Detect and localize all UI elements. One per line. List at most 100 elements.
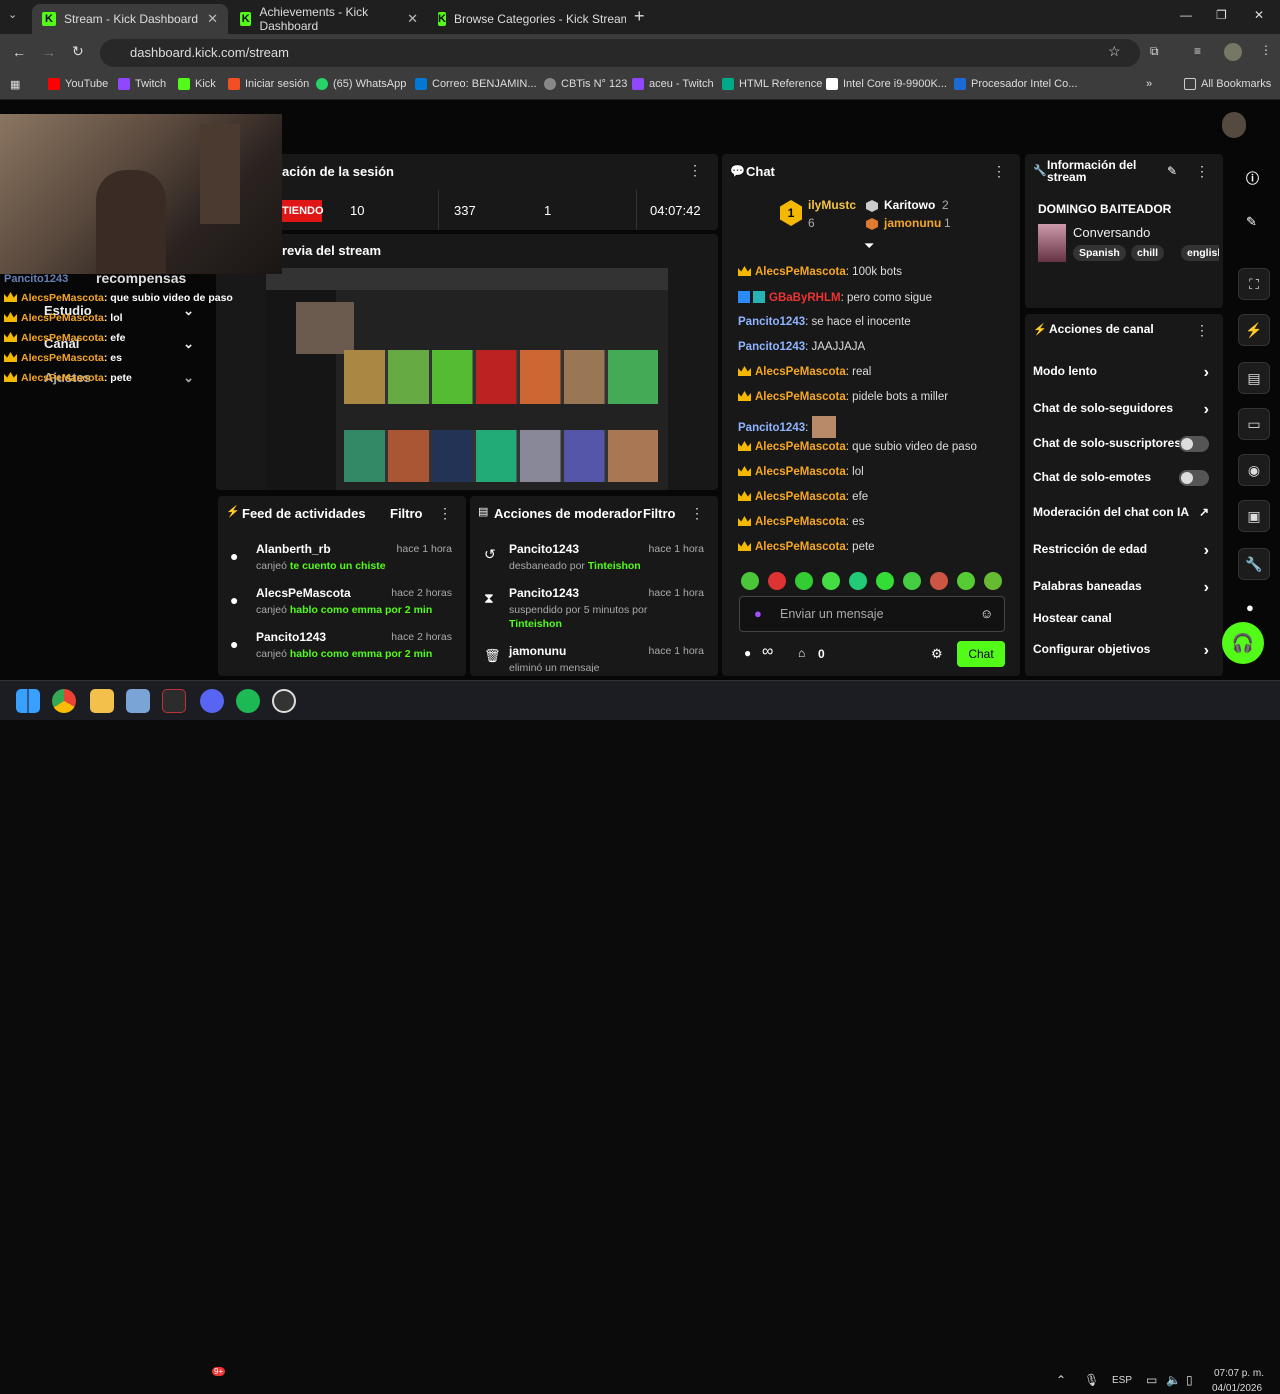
chat-user[interactable]: AlecsPeMascota [755, 366, 846, 378]
media-icon[interactable]: ≡ [1194, 44, 1201, 58]
tools-icon[interactable]: 🔧 [1238, 548, 1270, 580]
chat-user[interactable]: AlecsPeMascota [755, 266, 846, 278]
close-window-button[interactable]: ✕ [1254, 8, 1264, 22]
more-bookmarks-icon[interactable]: » [1146, 78, 1152, 90]
bookmark-aceu[interactable]: aceu - Twitch [632, 78, 714, 90]
stream-preview-video[interactable] [266, 268, 668, 490]
bookmark-intel-core[interactable]: Intel Core i9-9900K... [826, 78, 947, 90]
photos-icon[interactable] [126, 689, 150, 713]
pencil-icon[interactable]: ✎ [1246, 214, 1257, 230]
extensions-icon[interactable]: ⧉ [1150, 44, 1159, 59]
clock-time[interactable]: 07:07 p. m. [1214, 1368, 1264, 1379]
network-icon[interactable]: ▭ [1146, 1373, 1157, 1387]
maximize-button[interactable]: ❐ [1216, 8, 1227, 22]
chat-user[interactable]: Pancito1243 [738, 422, 805, 434]
tab-achievements[interactable]: K Achievements - Kick Dashboard ✕ [230, 4, 428, 34]
app-icon[interactable] [162, 689, 186, 713]
action-ai-moderation[interactable]: Moderación del chat con IA ↗ [1025, 505, 1223, 523]
action-goals[interactable]: Configurar objetivos › [1025, 642, 1223, 660]
bookmark-youtube[interactable]: YouTube [48, 78, 108, 90]
discord-icon[interactable] [200, 689, 224, 713]
settings-icon[interactable]: ⚙ [931, 646, 943, 662]
emote-button[interactable] [930, 572, 948, 590]
minimize-button[interactable]: — [1180, 8, 1192, 22]
support-button[interactable]: 🎧 [1222, 622, 1264, 664]
chat-user[interactable]: AlecsPeMascota [755, 441, 846, 453]
more-icon[interactable]: ⋮ [688, 162, 702, 179]
emote-button[interactable] [849, 572, 867, 590]
chat-user[interactable]: AlecsPeMascota [755, 491, 846, 503]
back-icon[interactable]: ← [12, 44, 26, 60]
chat-user[interactable]: Pancito1243 [738, 316, 805, 328]
bookmark-mail[interactable]: Correo: BENJAMIN... [415, 78, 537, 90]
emote-button[interactable] [903, 572, 921, 590]
tag[interactable]: english [1181, 245, 1219, 261]
bookmark-cbtis[interactable]: CBTis N° 123 [544, 78, 627, 90]
mod-filter-button[interactable]: Filtro [643, 506, 676, 521]
emote-button[interactable] [957, 572, 975, 590]
bookmark-twitch[interactable]: Twitch [118, 78, 166, 90]
tab-browse-categories[interactable]: K Browse Categories - Kick Stream [428, 4, 626, 34]
close-icon[interactable]: ✕ [207, 11, 218, 27]
bookmark-login[interactable]: Iniciar sesión [228, 78, 309, 90]
store-icon[interactable]: ⌂ [798, 646, 805, 660]
mic-tray-icon[interactable]: 🎙 [1084, 1373, 1099, 1387]
screenshot-icon[interactable]: ⛶ [1238, 268, 1270, 300]
broadcast-icon[interactable]: ◉ [1238, 454, 1270, 486]
profile-avatar[interactable] [1224, 43, 1242, 61]
feed-filter-button[interactable]: Filtro [390, 506, 423, 521]
chrome-icon[interactable] [52, 689, 76, 713]
chat-user[interactable]: Pancito1243 [738, 341, 805, 353]
emote-button[interactable] [876, 572, 894, 590]
bookmark-kick[interactable]: Kick [178, 78, 216, 90]
subs-only-toggle[interactable] [1179, 436, 1209, 452]
language-indicator[interactable]: ESP [1112, 1375, 1132, 1386]
send-chat-button[interactable]: Chat [957, 641, 1005, 667]
tab-stream[interactable]: K Stream - Kick Dashboard ✕ [32, 4, 228, 34]
star-icon[interactable]: ☆ [1108, 43, 1121, 60]
notes-icon[interactable]: ▤ [1238, 362, 1270, 394]
bookmark-intel-proc[interactable]: Procesador Intel Co... [954, 78, 1077, 90]
chat-input[interactable]: ● Enviar un mensaje ☺ [739, 596, 1005, 632]
tray-chevron-icon[interactable]: ⌃ [1056, 1373, 1066, 1387]
overlay-rewards[interactable]: recompensas [96, 270, 186, 286]
new-tab-button[interactable]: + [634, 6, 645, 27]
menu-icon[interactable]: ⋮ [1260, 43, 1272, 57]
more-icon[interactable]: ⋮ [438, 505, 452, 522]
url-input[interactable]: dashboard.kick.com/stream [100, 39, 1140, 67]
user-avatar[interactable] [1222, 112, 1246, 138]
more-icon[interactable]: ⋮ [690, 505, 704, 522]
apps-icon[interactable]: ▦ [10, 78, 20, 91]
tag[interactable]: Spanish [1073, 245, 1126, 261]
volume-icon[interactable]: 🔈 [1166, 1373, 1181, 1387]
clock-date[interactable]: 04/01/2026 [1212, 1383, 1262, 1394]
spotify-icon[interactable] [236, 689, 260, 713]
file-explorer-icon[interactable] [90, 689, 114, 713]
tab-search-button[interactable]: ⌄ [8, 8, 26, 26]
forward-icon[interactable]: → [42, 44, 56, 60]
action-banned-words[interactable]: Palabras baneadas › [1025, 579, 1223, 597]
emoji-icon[interactable]: ☺ [980, 606, 993, 621]
chat-user[interactable]: AlecsPeMascota [755, 466, 846, 478]
leader-name[interactable]: Karitowo [884, 198, 935, 212]
collapse-icon[interactable]: ⏷ [864, 238, 874, 254]
action-age-restriction[interactable]: Restricción de edad › [1025, 542, 1223, 560]
edit-icon[interactable]: ✎ [1167, 164, 1177, 178]
chat-icon[interactable]: ▭ [1238, 408, 1270, 440]
bookmark-all[interactable]: All Bookmarks [1184, 78, 1271, 90]
emote-button[interactable] [822, 572, 840, 590]
layout-icon[interactable]: ▣ [1238, 500, 1270, 532]
emote-button[interactable] [984, 572, 1002, 590]
action-slow-mode[interactable]: Modo lento › [1025, 364, 1223, 382]
emote-button[interactable] [768, 572, 786, 590]
info-icon[interactable]: ⓘ [1246, 168, 1259, 187]
bookmark-html[interactable]: HTML Reference [722, 78, 822, 90]
bolt-action-icon[interactable]: ⚡ [1238, 314, 1270, 346]
close-icon[interactable]: ✕ [407, 11, 418, 27]
action-host[interactable]: Hostear canal [1025, 611, 1223, 629]
tag[interactable]: chill [1131, 245, 1165, 261]
chat-user[interactable]: AlecsPeMascota [755, 391, 846, 403]
emote-button[interactable] [741, 572, 759, 590]
more-icon[interactable]: ⋮ [992, 163, 1006, 180]
more-icon[interactable]: ⋮ [1195, 163, 1209, 180]
